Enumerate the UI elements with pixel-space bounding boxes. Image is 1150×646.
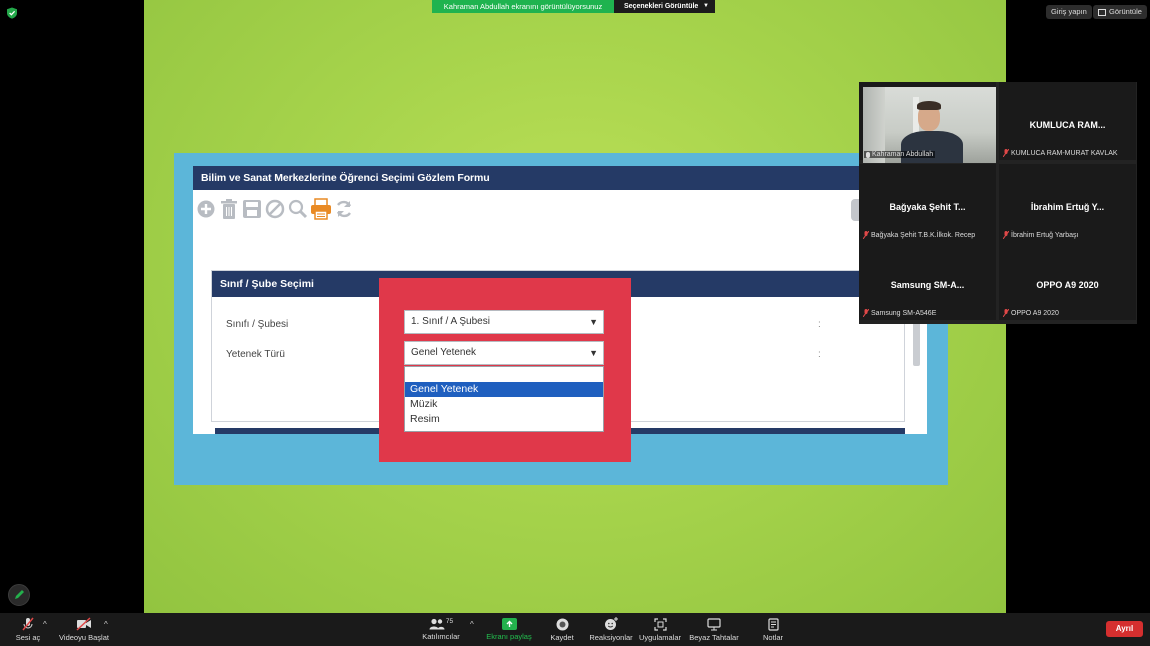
cancel-icon[interactable] [264,196,286,222]
add-icon[interactable] [195,196,217,222]
participant-caption: OPPO A9 2020 [1002,308,1059,318]
leave-button[interactable]: Ayrıl [1106,621,1143,637]
meeting-toolbar: Sesi aç ^ Videoyu Başlat ^ 75 Katılımcıl… [0,613,1150,646]
class-branch-select[interactable]: 1. Sınıf / A Şubesi ▼ [404,310,604,334]
class-branch-value: 1. Sınıf / A Şubesi [411,316,490,327]
option-general-talent[interactable]: Genel Yetenek [405,382,603,397]
view-button[interactable]: Görüntüle [1093,5,1147,19]
participant-tile[interactable]: OPPO A9 2020 OPPO A9 2020 [999,242,1136,320]
participant-display-name: Samsung SM-A... [890,280,965,290]
participant-caption: İbrahim Ertuğ Yarbaşı [1002,230,1079,240]
mic-muted-icon [862,230,870,240]
dropdown-search-row[interactable] [405,367,603,382]
print-icon[interactable] [310,196,332,222]
mic-muted-icon [862,308,870,318]
participants-gallery: Kahraman Abdullah KUMLUCA RAM... KUMLUCA… [859,82,1137,324]
participant-tile[interactable]: İbrahim Ertuğ Y... İbrahim Ertuğ Yarbaşı [999,164,1136,242]
notes-button[interactable]: Notlar [760,613,786,646]
highlight-box: 1. Sınıf / A Şubesi ▼ Genel Yetenek ▼ Ge… [379,278,631,462]
share-screen-icon [501,618,517,630]
audio-options-caret[interactable]: ^ [43,620,47,629]
trash-icon[interactable] [218,196,240,222]
field-colon: : [818,319,821,330]
participant-count: 75 [445,618,454,625]
whiteboards-button[interactable]: Beyaz Tahtalar [688,613,740,646]
participant-caption: KUMLUCA RAM-MURAT KAVLAK [1002,148,1118,158]
apps-icon [653,617,667,631]
option-music[interactable]: Müzik [405,397,603,412]
participants-button[interactable]: 75 Katılımcılar [420,613,462,646]
grid-icon [1098,8,1106,16]
view-options-label: Seçenekleri Görüntüle [624,3,699,10]
share-screen-button[interactable]: Ekranı paylaş [486,613,532,646]
participant-tile[interactable]: KUMLUCA RAM... KUMLUCA RAM-MURAT KAVLAK [999,82,1136,160]
field-label-class-branch: Sınıfı / Şubesi [226,319,289,330]
participant-display-name: İbrahim Ertuğ Y... [1030,202,1105,212]
security-shield-icon[interactable] [6,6,18,19]
participant-name: Bağyaka Şehit T.B.K.İlkok. Recep [871,231,976,239]
search-icon[interactable] [287,196,309,222]
reactions-label: Reaksiyonlar [589,633,633,642]
participants-icon [429,618,445,630]
unmute-button[interactable]: Sesi aç [12,613,44,646]
participant-display-name: Bağyaka Şehit T... [889,202,966,212]
participant-display-name: OPPO A9 2020 [1036,280,1099,290]
sharing-banner: Kahraman Abdullah ekranını görüntülüyors… [432,0,614,13]
talent-type-dropdown: Genel Yetenek Müzik Resim [404,366,604,432]
whiteboards-label: Beyaz Tahtalar [689,632,739,642]
record-icon [556,618,568,630]
reactions-icon [605,617,618,630]
form-toolbar [195,196,355,228]
video-options-caret[interactable]: ^ [104,620,108,629]
mic-muted-icon [1002,148,1010,158]
participant-display-name: KUMLUCA RAM... [1029,120,1106,130]
talent-type-value: Genel Yetenek [411,347,477,358]
field-colon: : [818,349,821,360]
participant-caption: Samsung SM-A546E [862,308,937,318]
participant-tile[interactable]: Bağyaka Şehit T... Bağyaka Şehit T.B.K.İ… [859,164,996,242]
participant-name: Samsung SM-A546E [871,309,937,317]
view-options-button[interactable]: Seçenekleri Görüntüle ▼ [614,0,715,13]
whiteboard-icon [707,617,721,630]
field-label-talent-type: Yetenek Türü [226,349,285,360]
apps-label: Uygulamalar [638,632,682,642]
apps-button[interactable]: Uygulamalar [638,613,682,646]
participants-label: Katılımcılar [422,632,460,641]
mic-muted-icon [22,617,34,631]
refresh-icon[interactable] [333,196,355,222]
collapse-handle[interactable] [851,199,859,221]
signin-button[interactable]: Giriş yapın [1046,5,1092,19]
participant-tile[interactable]: Kahraman Abdullah [859,82,996,163]
view-label: Görüntüle [1109,7,1142,16]
reactions-button[interactable]: Reaksiyonlar [588,613,634,646]
talent-type-select[interactable]: Genel Yetenek ▼ [404,341,604,365]
chevron-down-icon: ▼ [589,317,598,327]
video-off-icon [76,617,91,631]
start-video-button[interactable]: Videoyu Başlat [58,613,110,646]
participant-tile[interactable]: Samsung SM-A... Samsung SM-A546E [859,242,996,320]
microphone-icon [866,151,870,158]
record-label: Kaydet [550,632,574,642]
option-painting[interactable]: Resim [405,412,603,427]
participant-name: Kahraman Abdullah [872,151,934,158]
participant-caption: Bağyaka Şehit T.B.K.İlkok. Recep [862,230,976,240]
notes-label: Notlar [762,632,783,642]
annotate-pencil-icon[interactable] [8,584,30,606]
participant-caption: Kahraman Abdullah [864,151,936,158]
chevron-down-icon: ▼ [703,3,709,9]
chevron-down-icon: ▼ [589,348,598,358]
participants-options-caret[interactable]: ^ [470,620,474,629]
start-video-label: Videoyu Başlat [59,633,109,642]
participant-name: İbrahim Ertuğ Yarbaşı [1011,231,1079,239]
unmute-label: Sesi aç [15,633,41,642]
mic-muted-icon [1002,230,1010,240]
share-screen-label: Ekranı paylaş [486,632,532,641]
participant-name: KUMLUCA RAM-MURAT KAVLAK [1011,149,1118,157]
mic-muted-icon [1002,308,1010,318]
save-icon[interactable] [241,196,263,222]
notes-icon [767,617,779,631]
form-title: Bilim ve Sanat Merkezlerine Öğrenci Seçi… [193,166,927,190]
record-button[interactable]: Kaydet [548,613,576,646]
participant-name: OPPO A9 2020 [1011,309,1059,317]
